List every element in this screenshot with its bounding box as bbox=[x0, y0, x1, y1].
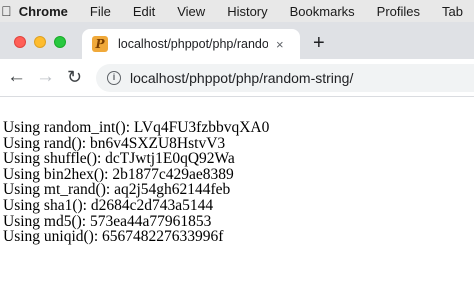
window-minimize-button[interactable] bbox=[34, 36, 46, 48]
tab-strip: P localhost/phppot/php/random- × + bbox=[0, 22, 474, 59]
menu-tab[interactable]: Tab bbox=[431, 4, 474, 19]
page-content: Using random_int(): LVq4FU3fzbbvqXA0 Usi… bbox=[3, 120, 269, 245]
menu-bookmarks[interactable]: Bookmarks bbox=[279, 4, 366, 19]
menu-file[interactable]: File bbox=[79, 4, 122, 19]
tab-title: localhost/phppot/php/random- bbox=[118, 37, 268, 51]
tab-close-icon[interactable]: × bbox=[276, 37, 284, 52]
address-bar[interactable]: i localhost/phppot/php/random-string/ bbox=[96, 64, 474, 92]
output-line-sha1: Using sha1(): d2684c2d743a5144 bbox=[3, 196, 214, 214]
forward-arrow-icon[interactable]: → bbox=[36, 66, 55, 88]
site-info-icon[interactable]: i bbox=[107, 71, 121, 85]
menu-profiles[interactable]: Profiles bbox=[366, 4, 431, 19]
macos-menu-bar:  Chrome File Edit View History Bookmark… bbox=[0, 0, 474, 22]
output-line-random-int: Using random_int(): LVq4FU3fzbbvqXA0 bbox=[3, 119, 270, 136]
browser-toolbar: ← → ↻ i localhost/phppot/php/random-stri… bbox=[0, 59, 474, 97]
menu-view[interactable]: View bbox=[166, 4, 216, 19]
output-line-mt-rand: Using mt_rand(): aq2j54gh62144feb bbox=[3, 181, 231, 199]
output-line-uniqid: Using uniqid(): 656748227633996f bbox=[3, 228, 224, 246]
output-line-shuffle: Using shuffle(): dcTJwtj1E0qQ92Wa bbox=[3, 150, 235, 168]
url-text[interactable]: localhost/phppot/php/random-string/ bbox=[130, 70, 353, 86]
apple-icon[interactable]:  bbox=[0, 3, 13, 19]
window-maximize-button[interactable] bbox=[54, 36, 66, 48]
new-tab-button[interactable]: + bbox=[313, 32, 325, 55]
menu-app-chrome[interactable]: Chrome bbox=[13, 4, 79, 19]
menu-history[interactable]: History bbox=[216, 4, 278, 19]
phppot-favicon-icon: P bbox=[92, 36, 108, 52]
output-line-md5: Using md5(): 573ea44a77961853 bbox=[3, 212, 212, 230]
window-close-button[interactable] bbox=[14, 36, 26, 48]
output-line-rand: Using rand(): bn6v4SXZU8HstvV3 bbox=[3, 134, 226, 152]
active-tab[interactable]: P localhost/phppot/php/random- × bbox=[82, 29, 300, 59]
back-arrow-icon[interactable]: ← bbox=[7, 66, 26, 88]
output-line-bin2hex: Using bin2hex(): 2b1877c429ae8389 bbox=[3, 165, 234, 183]
reload-icon[interactable]: ↻ bbox=[67, 67, 82, 88]
menu-edit[interactable]: Edit bbox=[122, 4, 166, 19]
